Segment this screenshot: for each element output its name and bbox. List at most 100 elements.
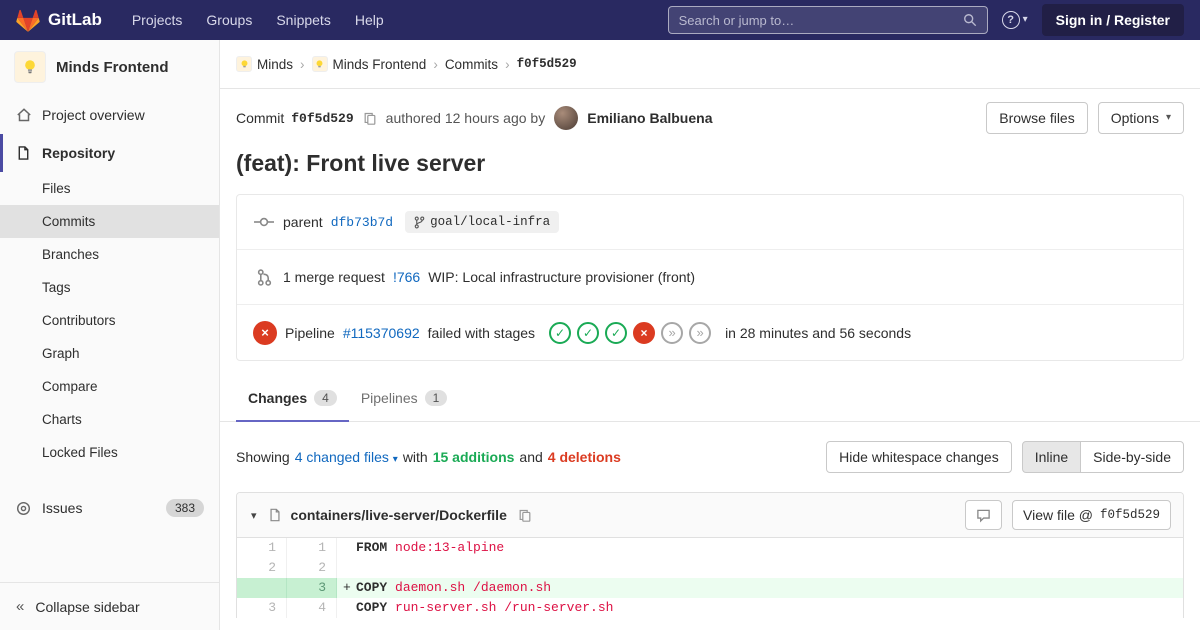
browse-files-button[interactable]: Browse files	[986, 102, 1088, 134]
pipeline-stages: ✓ ✓ ✓ ×»»	[549, 321, 712, 344]
sidebar-item-branches[interactable]: Branches	[0, 238, 219, 271]
breadcrumb-item-minds-frontend[interactable]: Minds Frontend	[311, 56, 426, 72]
hide-whitespace-button[interactable]: Hide whitespace changes	[826, 441, 1012, 473]
pipeline-row: × Pipeline #115370692 failed with stages…	[237, 305, 1183, 360]
and-label: and	[519, 449, 543, 465]
diff-view-controls: Hide whitespace changes Inline Side-by-s…	[826, 441, 1184, 473]
sidebar-item-label: Repository	[42, 145, 116, 161]
parent-sha-link[interactable]: dfb73b7d	[331, 215, 393, 230]
inline-view-button[interactable]: Inline	[1021, 441, 1082, 473]
repository-icon	[15, 145, 32, 161]
nav-menu-help[interactable]: Help	[343, 1, 396, 39]
pipeline-stage-failed-icon[interactable]: ×	[633, 321, 656, 344]
sidebar-item-project-overview[interactable]: Project overview	[0, 96, 219, 134]
breadcrumb-separator: ›	[300, 56, 305, 72]
author-name-link[interactable]: Emiliano Balbuena	[587, 110, 712, 126]
copy-icon	[519, 509, 531, 522]
tab-label: Pipelines	[360, 390, 418, 406]
changed-files-dropdown[interactable]: 4 changed files ▾	[295, 449, 398, 465]
file-icon	[269, 508, 280, 522]
commit-sha: f0f5d529	[291, 110, 354, 126]
options-label: Options	[1110, 110, 1159, 126]
pipeline-stage-passed-icon[interactable]: ✓	[605, 321, 628, 344]
sidebar-item-repository[interactable]: Repository	[0, 134, 219, 172]
code-cell: FROM node:13-alpine	[337, 538, 1183, 558]
sidebar-item-compare[interactable]: Compare	[0, 370, 219, 403]
commit-label: Commit	[236, 110, 285, 126]
group-avatar-icon	[311, 56, 328, 72]
pipeline-stage-passed-icon[interactable]: ✓	[549, 321, 572, 344]
code-cell: COPY run-server.sh /run-server.sh	[337, 598, 1183, 618]
pipeline-label: Pipeline	[285, 324, 335, 341]
nav-menu-snippets[interactable]: Snippets	[264, 1, 342, 39]
sign-in-button[interactable]: Sign in / Register	[1041, 4, 1184, 36]
copy-file-path-button[interactable]	[516, 506, 534, 525]
sidebar-item-locked-files[interactable]: Locked Files	[0, 436, 219, 469]
sidebar-item-commits[interactable]: Commits	[0, 205, 219, 238]
line-number-new[interactable]: 4	[287, 598, 337, 618]
branch-chip[interactable]: goal/local-infra	[405, 211, 560, 233]
line-number-old[interactable]	[237, 578, 287, 598]
line-number-old[interactable]: 3	[237, 598, 287, 618]
group-avatar-icon	[236, 56, 252, 72]
pipeline-stage-skipped-icon[interactable]: »	[661, 321, 684, 344]
pipeline-id-link[interactable]: #115370692	[343, 325, 420, 341]
issues-count-badge: 383	[165, 499, 204, 517]
breadcrumb-label: Minds	[257, 56, 294, 72]
diff-table: 11 FROM node:13-alpine 2 2 3 + COPY daemon.s…	[237, 538, 1183, 618]
gitlab-logo[interactable]: GitLab	[16, 9, 102, 32]
view-file-button[interactable]: View file @ f0f5d529	[1012, 500, 1171, 530]
line-number-old[interactable]: 2	[237, 558, 287, 578]
diff-file-header: ▾ containers/live-server/Dockerfile View…	[237, 493, 1183, 538]
nav-menu-projects[interactable]: Projects	[120, 1, 195, 39]
pipelines-count-badge: 1	[424, 390, 448, 406]
sidebar-item-graph[interactable]: Graph	[0, 337, 219, 370]
code-token-str: run-server.sh /run-server.sh	[387, 600, 614, 615]
commit-title: (feat): Front live server	[236, 150, 486, 176]
comment-button[interactable]	[965, 500, 1002, 530]
code-cell: + COPY daemon.sh /daemon.sh	[337, 578, 1183, 598]
breadcrumb-item-minds[interactable]: Minds	[236, 56, 293, 72]
diff-file-name[interactable]: containers/live-server/Dockerfile	[291, 507, 507, 523]
repository-subnav: Files Commits Branches Tags Contributors Grap…	[0, 172, 219, 469]
sidebar-item-label: Commits	[42, 214, 96, 229]
mr-id-link[interactable]: !766	[393, 269, 420, 285]
copy-sha-button[interactable]	[361, 109, 379, 128]
sidebar-item-files[interactable]: Files	[0, 172, 219, 205]
sidebar-item-issues[interactable]: Issues 383	[0, 489, 219, 527]
pipeline-failed-icon[interactable]: ×	[253, 320, 277, 345]
author-avatar[interactable]	[554, 106, 579, 130]
side-by-side-view-button[interactable]: Side-by-side	[1080, 441, 1184, 473]
lightbulb-icon	[241, 59, 247, 67]
sidebar-item-tags[interactable]: Tags	[0, 271, 219, 304]
options-button[interactable]: Options ▾	[1097, 102, 1184, 134]
breadcrumb-item-commits[interactable]: Commits	[445, 57, 498, 72]
collapse-diff-caret-icon[interactable]: ▾	[249, 507, 259, 524]
line-number-new[interactable]: 3	[287, 578, 337, 598]
pipeline-stage-passed-icon[interactable]: ✓	[577, 321, 600, 344]
line-number-old[interactable]: 1	[237, 538, 287, 558]
with-label: with	[402, 449, 428, 465]
breadcrumb-separator: ›	[505, 56, 510, 72]
copy-icon	[364, 112, 376, 125]
nav-menu-groups[interactable]: Groups	[194, 1, 264, 39]
sidebar-item-charts[interactable]: Charts	[0, 403, 219, 436]
mr-title: WIP: Local infrastructure provisioner (f…	[428, 269, 696, 285]
line-number-new[interactable]: 1	[287, 538, 337, 558]
diff-sign	[343, 538, 356, 558]
pipeline-stage-skipped-icon[interactable]: »	[689, 321, 712, 344]
help-menu[interactable]: ? ▾	[1001, 11, 1028, 29]
sidebar-item-label: Compare	[42, 379, 98, 394]
search-box[interactable]	[667, 6, 988, 34]
tab-changes[interactable]: Changes 4	[236, 377, 349, 422]
line-number-new[interactable]: 2	[287, 558, 337, 578]
pipeline-status-text: failed with stages	[427, 324, 536, 341]
commit-icon	[253, 216, 275, 228]
collapse-sidebar-button[interactable]: « Collapse sidebar	[0, 582, 219, 630]
tab-pipelines[interactable]: Pipelines 1	[349, 377, 460, 422]
authored-text: authored 12 hours ago by	[385, 110, 546, 126]
sidebar-project-link[interactable]: Minds Frontend	[0, 40, 219, 96]
search-input[interactable]	[678, 12, 955, 28]
sidebar-item-contributors[interactable]: Contributors	[0, 304, 219, 337]
main-content: Minds › Minds Frontend › Commits › f0f5d529 Co…	[220, 40, 1200, 630]
